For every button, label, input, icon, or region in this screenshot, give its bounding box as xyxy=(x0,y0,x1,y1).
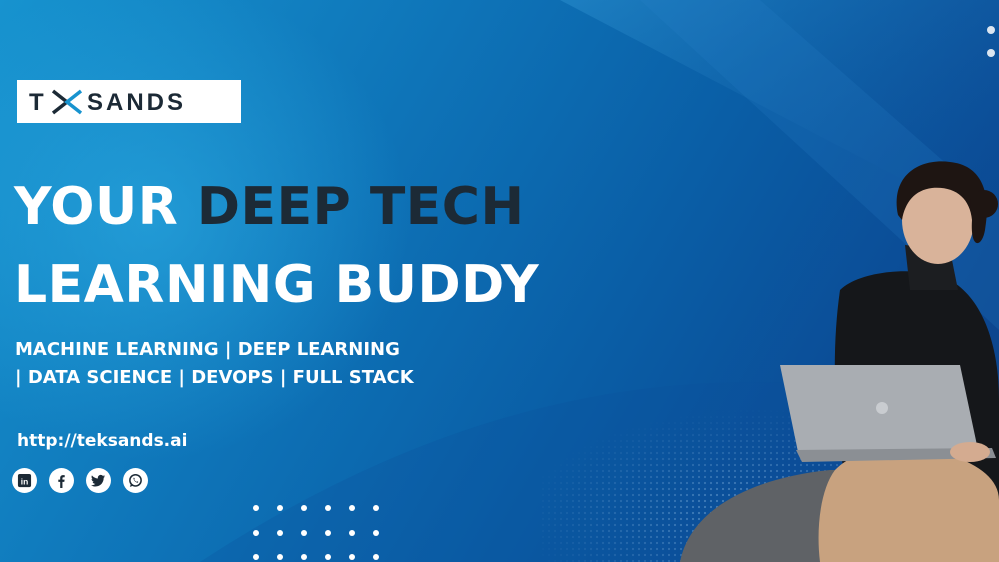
headline-line2: LEARNING BUDDY xyxy=(14,255,540,315)
linkedin-icon[interactable]: in xyxy=(12,468,37,493)
topics-list: MACHINE LEARNING | DEEP LEARNING | DATA … xyxy=(15,336,414,392)
topics-line-2: | DATA SCIENCE | DEVOPS | FULL STACK xyxy=(15,367,414,388)
logo-k-mark xyxy=(51,89,83,114)
website-link[interactable]: http://teksands.ai xyxy=(17,431,187,451)
facebook-icon[interactable] xyxy=(49,468,74,493)
twitter-icon[interactable] xyxy=(86,468,111,493)
whatsapp-icon[interactable] xyxy=(123,468,148,493)
woman-with-laptop-image xyxy=(680,161,999,562)
headline-line1-dark: DEEP TECH xyxy=(196,177,525,237)
social-icons: in xyxy=(12,468,148,493)
headline: YOUR DEEP TECH LEARNING BUDDY xyxy=(14,168,539,324)
svg-text:T: T xyxy=(29,89,47,116)
headline-line1-white: YOUR xyxy=(14,177,179,237)
decorative-dot-grid xyxy=(253,505,379,560)
logo-wordmark: T SANDS xyxy=(29,89,186,116)
topics-line-1: MACHINE LEARNING | DEEP LEARNING xyxy=(15,339,400,360)
teksands-logo: T SANDS xyxy=(17,80,241,123)
linkedin-icon-label: in xyxy=(21,476,28,486)
svg-text:SANDS: SANDS xyxy=(87,89,186,116)
